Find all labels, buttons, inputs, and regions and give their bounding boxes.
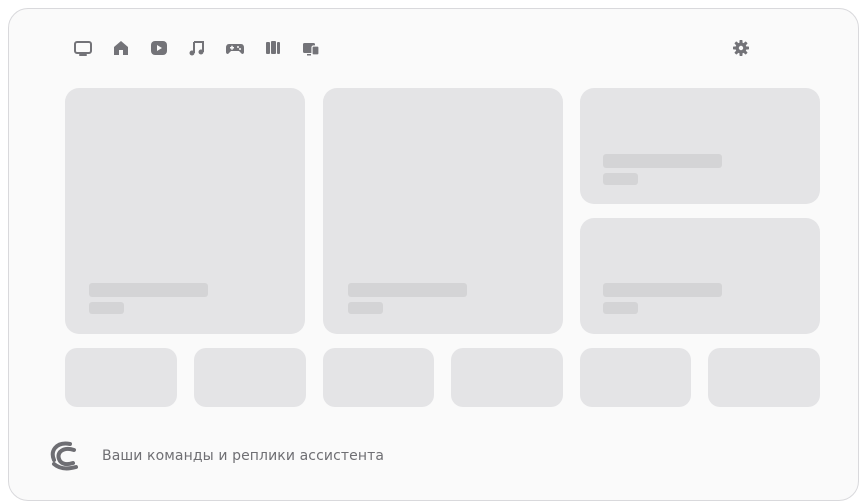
content-card-medium[interactable] xyxy=(580,88,820,204)
tv-icon[interactable] xyxy=(73,38,93,58)
content-card-large[interactable] xyxy=(65,88,305,334)
small-card[interactable] xyxy=(580,348,691,407)
music-icon[interactable] xyxy=(187,38,207,58)
home-icon[interactable] xyxy=(111,38,131,58)
title-placeholder xyxy=(603,283,722,297)
assistant-logo-icon[interactable] xyxy=(48,440,86,472)
title-placeholder xyxy=(348,283,467,297)
play-icon[interactable] xyxy=(149,38,169,58)
top-nav xyxy=(73,38,321,58)
assistant-bar: Ваши команды и реплики ассистента xyxy=(48,440,384,472)
small-card[interactable] xyxy=(323,348,434,407)
content-card-medium[interactable] xyxy=(580,218,820,334)
gear-icon[interactable] xyxy=(731,38,751,58)
subtitle-placeholder xyxy=(603,302,638,314)
title-placeholder xyxy=(603,154,722,168)
subtitle-placeholder xyxy=(603,173,638,185)
books-icon[interactable] xyxy=(263,38,283,58)
content-card-large[interactable] xyxy=(323,88,563,334)
assistant-hint-text: Ваши команды и реплики ассистента xyxy=(102,448,385,464)
gamepad-icon[interactable] xyxy=(225,38,245,58)
devices-icon[interactable] xyxy=(301,38,321,58)
title-placeholder xyxy=(89,283,208,297)
small-card[interactable] xyxy=(194,348,306,407)
small-card[interactable] xyxy=(708,348,820,407)
small-card[interactable] xyxy=(65,348,177,407)
subtitle-placeholder xyxy=(348,302,383,314)
small-card[interactable] xyxy=(451,348,563,407)
subtitle-placeholder xyxy=(89,302,124,314)
